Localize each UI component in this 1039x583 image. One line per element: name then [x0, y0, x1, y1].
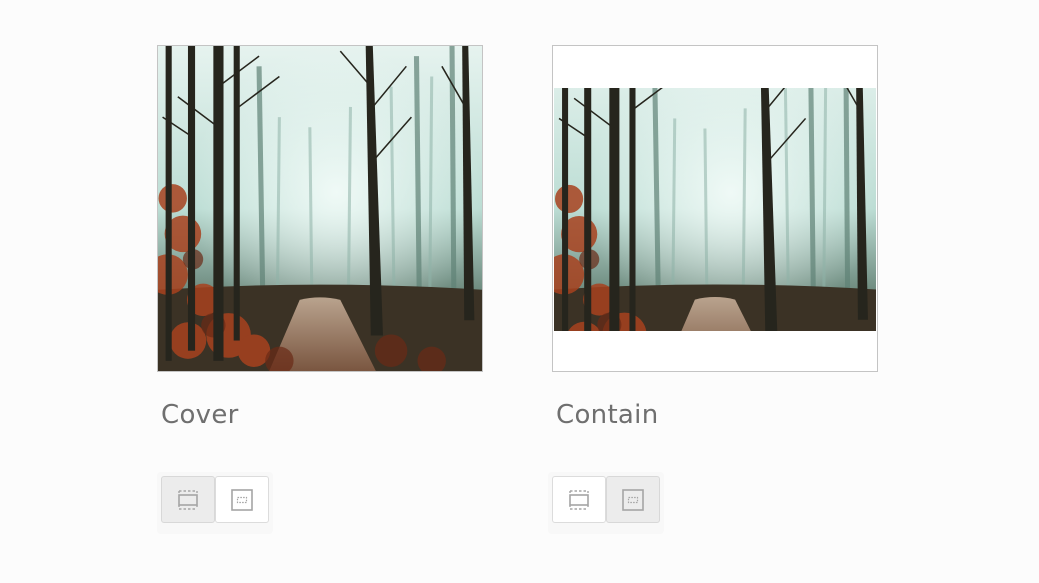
cover-fit-toolbar — [157, 472, 273, 534]
crop-frame-icon — [174, 486, 202, 514]
misty-forest-photo — [158, 46, 482, 371]
contain-fit-button[interactable] — [215, 476, 269, 523]
crop-frame-icon — [565, 486, 593, 514]
contain-fit-button[interactable] — [606, 476, 660, 523]
contain-image-frame — [552, 45, 878, 372]
cover-label: Cover — [161, 400, 239, 430]
contain-fit-toolbar — [548, 472, 664, 534]
fit-frame-icon — [619, 486, 647, 514]
cover-fit-button[interactable] — [552, 476, 606, 523]
contain-label: Contain — [556, 400, 659, 430]
misty-forest-photo — [554, 88, 876, 331]
fit-frame-icon — [228, 486, 256, 514]
cover-image-frame — [157, 45, 483, 372]
cover-fit-button[interactable] — [161, 476, 215, 523]
